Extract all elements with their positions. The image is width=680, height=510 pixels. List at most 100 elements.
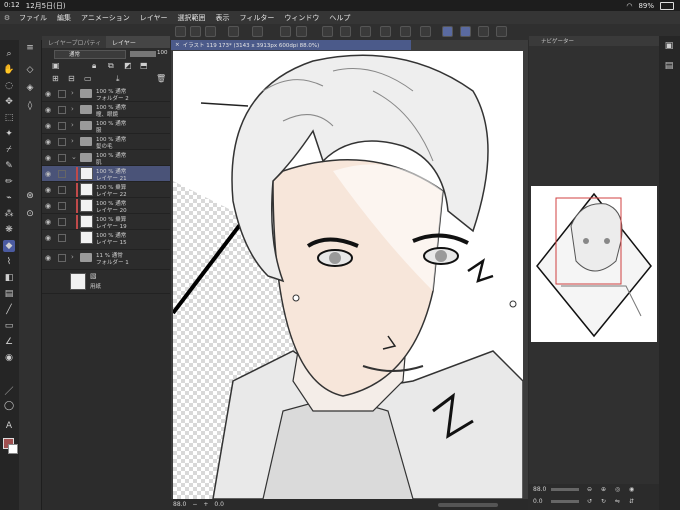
chevron-right-icon[interactable]: › bbox=[71, 253, 74, 261]
document-tab[interactable]: × イラスト 119 173* (3143 x 3913px 600dpi 88… bbox=[171, 40, 411, 50]
menu-edit[interactable]: 編集 bbox=[52, 13, 76, 23]
open-icon[interactable] bbox=[190, 26, 201, 37]
menu-layer[interactable]: レイヤー bbox=[135, 13, 173, 23]
merge-down-icon[interactable]: ⤓ bbox=[116, 74, 120, 84]
layer-search-icon[interactable]: ⊙ bbox=[24, 208, 36, 220]
ref-layer-icon[interactable]: ▣ bbox=[52, 61, 60, 70]
layer-row-paper[interactable]: ▧ 用紙 bbox=[42, 270, 170, 294]
layer-row[interactable]: ◉ 100 % 乗算 レイヤー 19 bbox=[42, 214, 170, 230]
rotation-value[interactable]: 0.0 bbox=[214, 501, 224, 508]
zoom-out-icon[interactable]: − bbox=[192, 501, 197, 508]
decoration-tool-icon[interactable]: ❋ bbox=[3, 224, 15, 236]
new-folder-icon[interactable]: ▭ bbox=[84, 74, 92, 83]
close-icon[interactable]: × bbox=[175, 42, 180, 48]
menu-selection[interactable]: 選択範囲 bbox=[173, 13, 211, 23]
chevron-right-icon[interactable]: › bbox=[71, 137, 74, 145]
lock-icon[interactable]: 🔒︎ bbox=[92, 61, 96, 71]
balloon-tool-icon[interactable]: ◯ bbox=[3, 400, 15, 412]
zoom-tool-icon[interactable]: ⌕ bbox=[3, 48, 15, 60]
canvas-scrollbar[interactable] bbox=[438, 502, 498, 507]
navigator-rotation-slider[interactable] bbox=[551, 500, 579, 503]
lasso-tool-icon[interactable]: ◌ bbox=[3, 80, 15, 92]
layer-row[interactable]: ◉ 100 % 乗算 レイヤー 22 bbox=[42, 182, 170, 198]
fill-icon[interactable] bbox=[340, 26, 351, 37]
eye-icon[interactable]: ◉ bbox=[45, 170, 51, 178]
ruler-show-icon[interactable]: ⬒ bbox=[140, 61, 148, 70]
fill-tool-icon[interactable]: ◧ bbox=[3, 272, 15, 284]
delete-layer-icon[interactable]: 🗑︎ bbox=[156, 74, 166, 83]
eye-icon[interactable]: ◉ bbox=[45, 90, 51, 98]
figure-tool-icon[interactable]: ╱ bbox=[3, 304, 15, 316]
invert-selection-icon[interactable] bbox=[400, 26, 411, 37]
pen-pressure-icon[interactable] bbox=[496, 26, 507, 37]
eye-icon[interactable]: ◉ bbox=[45, 202, 51, 210]
blend-mode-select[interactable]: 通常 bbox=[54, 50, 126, 59]
gradient-tool-icon[interactable]: ▤ bbox=[3, 288, 15, 300]
layer-row[interactable]: ◉ › 100 % 通常 フォルダー 2 bbox=[42, 86, 170, 102]
text-tool-icon[interactable]: A bbox=[3, 420, 15, 432]
layer-row[interactable]: ◉ › 100 % 通常 服 bbox=[42, 118, 170, 134]
layer-row[interactable]: ◉ 100 % 通常 レイヤー 15 bbox=[42, 230, 170, 250]
ruler-tool-icon[interactable]: ∠ bbox=[3, 336, 15, 348]
eye-icon[interactable]: ◉ bbox=[45, 234, 51, 242]
chevron-right-icon[interactable]: › bbox=[71, 89, 74, 97]
chevron-right-icon[interactable]: › bbox=[71, 121, 74, 129]
eye-icon[interactable]: ◉ bbox=[45, 186, 51, 194]
layer-checkbox[interactable] bbox=[58, 90, 66, 98]
line-tool-icon[interactable]: ／ bbox=[3, 384, 15, 397]
navigator-preview[interactable] bbox=[531, 186, 657, 342]
new-file-icon[interactable] bbox=[175, 26, 186, 37]
airbrush-tool-icon[interactable]: ⁂ bbox=[3, 208, 15, 220]
zoom-in-icon[interactable]: + bbox=[203, 501, 208, 508]
clear-icon[interactable] bbox=[322, 26, 333, 37]
clip-icon[interactable]: ⧉ bbox=[108, 61, 114, 71]
layer-checkbox[interactable] bbox=[58, 170, 66, 178]
tab-layer[interactable]: レイヤー bbox=[106, 36, 170, 48]
menu-file[interactable]: ファイル bbox=[14, 13, 52, 23]
zoom-in-icon[interactable]: ⊕ bbox=[601, 486, 606, 493]
menu-window[interactable]: ウィンドウ bbox=[279, 13, 324, 23]
layer-checkbox[interactable] bbox=[58, 154, 66, 162]
sub-color-swatch[interactable] bbox=[8, 444, 18, 454]
new-vector-layer-icon[interactable]: ⊟ bbox=[68, 74, 75, 83]
opacity-slider[interactable] bbox=[130, 51, 156, 57]
grid-snap-icon[interactable] bbox=[478, 26, 489, 37]
menu-animation[interactable]: アニメーション bbox=[76, 13, 135, 23]
chevron-down-icon[interactable]: ⌄ bbox=[71, 153, 77, 161]
navigator-zoom-value[interactable]: 88.0 bbox=[533, 486, 546, 493]
eraser-tool-icon[interactable]: ◆ bbox=[3, 240, 15, 252]
layer-row[interactable]: ◉ › 100 % 通常 髪の毛 bbox=[42, 134, 170, 150]
actual-size-icon[interactable]: ◉ bbox=[629, 486, 634, 493]
layer-row[interactable]: ◉ › 11 % 通常 フォルダー 1 bbox=[42, 250, 170, 270]
show-selection-icon[interactable] bbox=[420, 26, 431, 37]
layer-settings-icon[interactable]: ⊛ bbox=[24, 190, 36, 202]
undo-icon[interactable] bbox=[280, 26, 291, 37]
layer-checkbox[interactable] bbox=[58, 254, 66, 262]
menu-help[interactable]: ヘルプ bbox=[324, 13, 355, 23]
subtool-eraser-hard-icon[interactable]: ◇ bbox=[24, 64, 36, 76]
pencil-tool-icon[interactable]: ✏ bbox=[3, 176, 15, 188]
redo-icon[interactable] bbox=[296, 26, 307, 37]
menu-view[interactable]: 表示 bbox=[211, 13, 235, 23]
flip-horizontal-icon[interactable]: ⇋ bbox=[615, 498, 620, 505]
ruler-snap-icon[interactable] bbox=[442, 26, 453, 37]
layer-checkbox[interactable] bbox=[58, 122, 66, 130]
zoom-value[interactable]: 88.0 bbox=[173, 501, 186, 508]
illustration-canvas[interactable] bbox=[173, 51, 523, 499]
navigator-zoom-slider[interactable] bbox=[551, 488, 579, 491]
rotate-right-icon[interactable]: ↻ bbox=[601, 498, 606, 505]
layer-checkbox[interactable] bbox=[58, 138, 66, 146]
layer-row[interactable]: ◉ ⌄ 100 % 通常 肌 bbox=[42, 150, 170, 166]
save-icon[interactable] bbox=[205, 26, 216, 37]
settings-icon[interactable] bbox=[228, 26, 239, 37]
layer-checkbox[interactable] bbox=[58, 186, 66, 194]
frame-tool-icon[interactable]: ▭ bbox=[3, 320, 15, 332]
panel-menu-icon[interactable]: ▣ bbox=[663, 40, 675, 52]
rotate-left-icon[interactable]: ↺ bbox=[587, 498, 592, 505]
eye-icon[interactable]: ◉ bbox=[45, 106, 51, 114]
special-ruler-snap-icon[interactable] bbox=[460, 26, 471, 37]
panel-collapse-icon[interactable]: ▤ bbox=[663, 60, 675, 72]
eye-icon[interactable]: ◉ bbox=[45, 154, 51, 162]
bucket-tool-icon[interactable]: ◉ bbox=[3, 352, 15, 364]
quick-access-icon[interactable] bbox=[252, 26, 263, 37]
